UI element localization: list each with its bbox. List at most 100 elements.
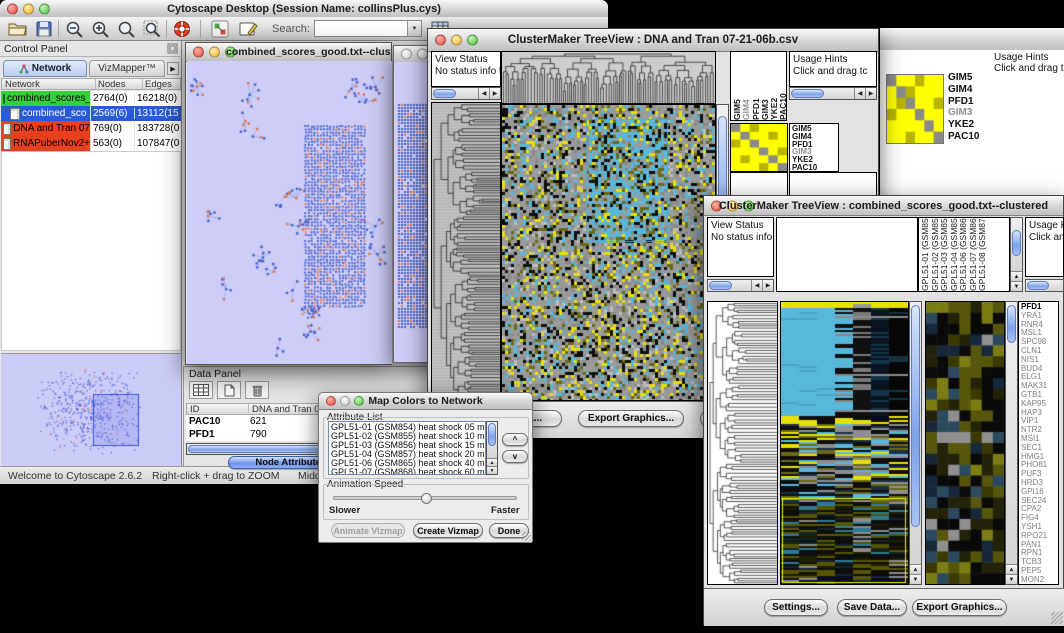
resize-grip[interactable] [1051, 612, 1063, 624]
zoom-out-button[interactable] [62, 19, 86, 39]
data-cell-id: PAC10 [186, 416, 247, 427]
col-header-nodes[interactable]: Nodes [96, 79, 143, 89]
data-col-id[interactable]: ID [187, 404, 249, 414]
gene-list[interactable]: PFD1YRA1RNR4MSL1SPC98CLN1NIS1BUD4ELG1MAK… [1018, 301, 1059, 585]
scroll-down-icon[interactable]: ▼ [910, 574, 921, 584]
help-button[interactable] [170, 19, 194, 39]
close-icon[interactable] [401, 49, 412, 60]
usage-hints-hscrollbar[interactable]: ◀ ▶ [789, 87, 877, 100]
scroll-right-icon[interactable]: ▶ [489, 88, 500, 99]
resize-grip[interactable] [522, 532, 531, 541]
zoom-out-icon [65, 20, 84, 39]
scroll-left-icon[interactable]: ◀ [478, 88, 489, 99]
vizmapper-icon [211, 20, 229, 38]
array-label-vscrollbar[interactable]: ▲ ▼ [1010, 217, 1023, 292]
background-network-canvas[interactable] [397, 102, 430, 332]
attribute-item[interactable]: GPL51-06 (GSM865) heat shock 40 min [331, 459, 485, 468]
network-name: DNA and Tran 07 [13, 123, 90, 134]
gene-tree-dendrogram[interactable] [707, 301, 778, 585]
network-row-dna-tran[interactable]: DNA and Tran 07 769(0) 183728(0) [1, 121, 181, 136]
zoom-in-button[interactable] [88, 19, 112, 39]
zoom-fit-button[interactable] [140, 19, 164, 39]
save-disk-icon [36, 21, 52, 37]
scroll-down-icon[interactable]: ▼ [1006, 574, 1017, 584]
float-panel-icon[interactable] [167, 43, 178, 54]
network-row-combined-sco-selected[interactable]: combined_sco 2569(6) 13112(15) [1, 106, 181, 121]
scroll-down-icon[interactable]: ▼ [1011, 281, 1022, 291]
scroll-right-icon[interactable]: ▶ [865, 88, 876, 99]
scroll-down-icon[interactable]: ▼ [487, 466, 497, 474]
attribute-item[interactable]: GPL51-07 (GSM868) heat shock 60 min [331, 468, 485, 475]
move-down-button[interactable]: v [502, 450, 528, 463]
control-panel: Control Panel Network VizMapper™ ▶ Netwo… [0, 41, 182, 466]
usage-hints-hscrollbar[interactable] [1025, 279, 1064, 292]
network-name: combined_scores_ [7, 93, 91, 104]
create-attribute-button[interactable] [217, 381, 241, 399]
scroll-up-icon[interactable]: ▲ [1006, 564, 1017, 574]
search-dropdown-icon[interactable]: ▼ [407, 21, 421, 36]
treeview-back-titlebar[interactable] [880, 28, 1064, 51]
usage-hints-title: Usage Hints [994, 52, 1064, 63]
network-overview-pane[interactable] [1, 353, 181, 465]
overview-canvas[interactable] [1, 354, 181, 466]
search-input[interactable] [315, 21, 407, 36]
col-header-edges[interactable]: Edges [143, 79, 172, 89]
scroll-up-icon[interactable]: ▲ [1011, 271, 1022, 281]
main-titlebar[interactable]: Cytoscape Desktop (Session Name: collins… [0, 0, 608, 18]
array-tree-dendrogram[interactable] [501, 51, 716, 104]
col-header-network[interactable]: Network [2, 79, 96, 89]
zoom-selected-button[interactable] [114, 19, 138, 39]
attribute-item[interactable]: GPL51-01 (GSM854) heat shock 05 min [331, 423, 485, 432]
treeview2-titlebar[interactable]: ClusterMaker TreeView : combined_scores_… [704, 196, 1063, 216]
animate-vizmap-button[interactable]: Animate Vizmap [331, 523, 405, 538]
correlation-heatmap-canvas[interactable] [886, 74, 944, 144]
view-status-hscrollbar[interactable]: ◀ ▶ [707, 279, 774, 292]
export-graphics-label: Export Graphics... [588, 413, 674, 424]
annotation-tool-button[interactable] [236, 19, 260, 39]
global-heatmap[interactable] [501, 104, 716, 401]
attribute-item[interactable]: GPL51-04 (GSM857) heat shock 20 min [331, 450, 485, 459]
global-vscrollbar[interactable]: ▲ ▼ [909, 301, 922, 585]
tab-network[interactable]: Network [3, 60, 87, 77]
network-canvas[interactable] [187, 61, 392, 364]
save-data-button[interactable]: Save Data... [837, 599, 907, 616]
attribute-list-vscrollbar[interactable]: ▲ ▼ [486, 421, 498, 475]
animation-speed-slider[interactable] [333, 496, 517, 500]
data-panel-title: Data Panel [189, 368, 241, 380]
dialog-titlebar[interactable]: Map Colors to Network [319, 393, 532, 410]
network-edges: 107847(0) [135, 138, 179, 149]
network-canvas-area[interactable] [187, 61, 392, 364]
view-status-title: View Status [435, 54, 488, 65]
export-graphics-button[interactable]: Export Graphics... [578, 410, 684, 427]
network-view-titlebar[interactable]: combined_scores_good.txt--cluste... [186, 43, 391, 62]
scroll-right-icon[interactable]: ▶ [762, 280, 773, 291]
attribute-item[interactable]: GPL51-03 (GSM856) heat shock 15 min [331, 441, 485, 450]
delete-attribute-button[interactable] [245, 381, 269, 399]
create-vizmap-button[interactable]: Create Vizmap [413, 523, 483, 538]
zoom-heatmap[interactable] [925, 301, 1005, 585]
network-row-combined-scores[interactable]: combined_scores_ 2764(0) 16218(0) [1, 91, 181, 106]
export-graphics-button[interactable]: Export Graphics... [912, 599, 1007, 616]
scroll-up-icon[interactable]: ▲ [910, 564, 921, 574]
save-session-button[interactable] [32, 19, 56, 39]
attribute-select-button[interactable] [189, 381, 213, 399]
network-tree-area[interactable] [1, 151, 181, 351]
gene-tree-dendrogram[interactable] [431, 102, 501, 401]
move-up-button[interactable]: ^ [502, 433, 528, 446]
tab-overflow-button[interactable]: ▶ [167, 62, 179, 75]
global-heatmap[interactable] [780, 301, 909, 585]
scroll-up-icon[interactable]: ▲ [487, 458, 497, 466]
zoom-heatmap[interactable] [730, 123, 788, 172]
view-status-hscrollbar[interactable]: ◀ ▶ [431, 87, 501, 100]
attribute-listbox[interactable]: GPL51-01 (GSM854) heat shock 05 minGPL51… [328, 421, 486, 475]
tab-vizmapper[interactable]: VizMapper™ [89, 60, 165, 77]
scroll-left-icon[interactable]: ◀ [854, 88, 865, 99]
network-row-rnapuber[interactable]: RNAPuberNov2+ 563(0) 107847(0) [1, 136, 181, 151]
scroll-left-icon[interactable]: ◀ [751, 280, 762, 291]
vizmapper-tool-button[interactable] [208, 19, 232, 39]
zoom-vscrollbar[interactable]: ▲ ▼ [1005, 301, 1018, 585]
treeview1-titlebar[interactable]: ClusterMaker TreeView : DNA and Tran 07-… [428, 29, 878, 52]
settings-button[interactable]: Settings... [764, 599, 828, 616]
attribute-item[interactable]: GPL51-02 (GSM855) heat shock 10 min [331, 432, 485, 441]
open-session-button[interactable] [6, 19, 30, 39]
